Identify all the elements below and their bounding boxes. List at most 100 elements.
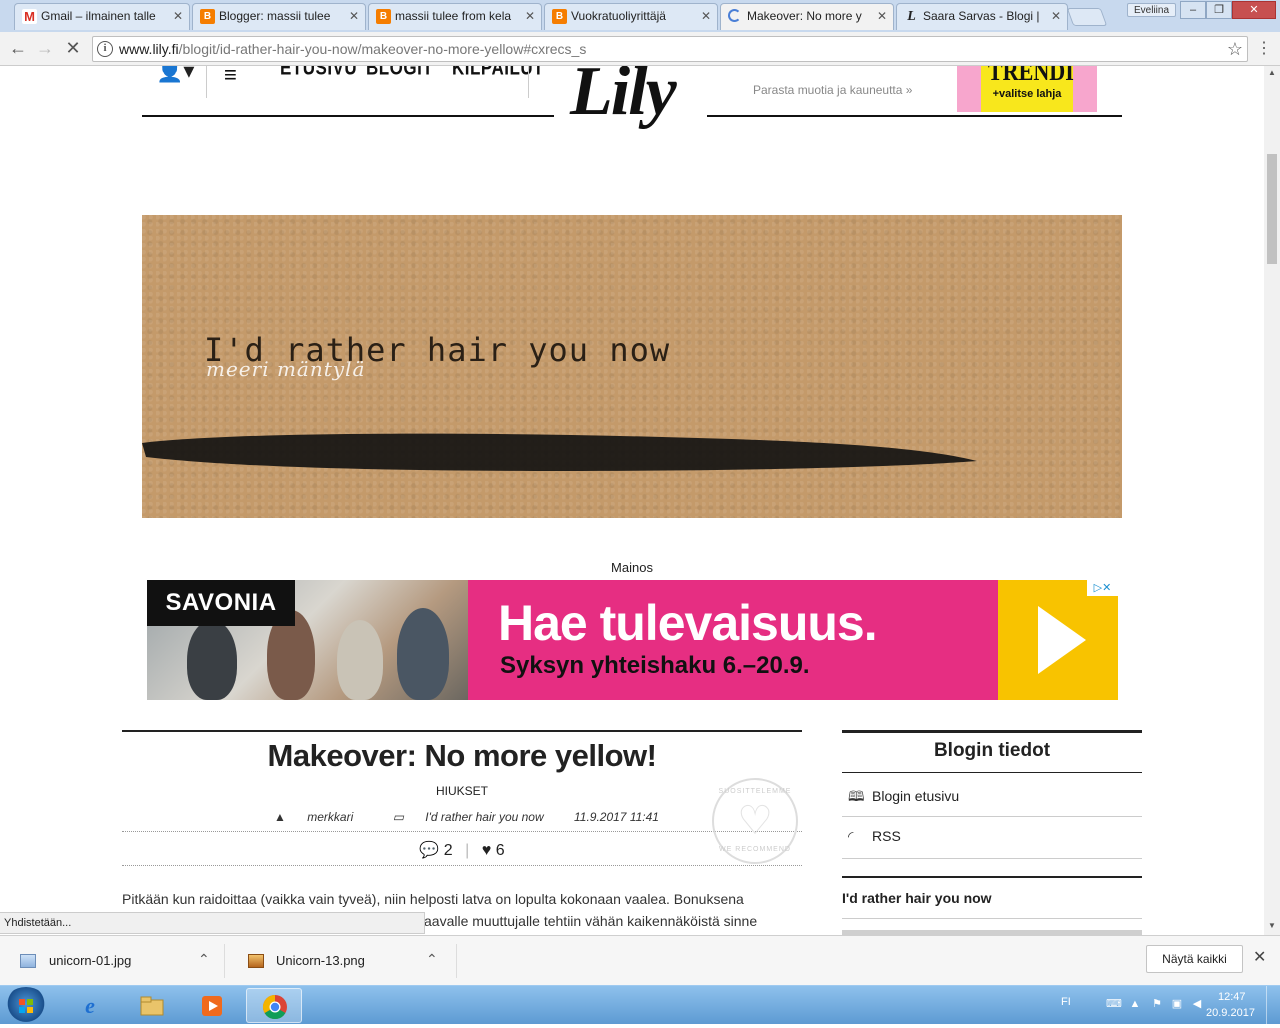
back-button[interactable]: ← (6, 37, 30, 61)
sidebar-link-blog-home[interactable]: 🕮 Blogin etusivu (848, 786, 959, 810)
url-host: www.lily.fi (119, 41, 179, 57)
sidebar-blog-name[interactable]: I'd rather hair you now (842, 890, 992, 906)
ad-cta[interactable] (998, 580, 1118, 700)
menu-icon[interactable]: ⋮ (1254, 39, 1274, 59)
ad-label: Mainos (611, 560, 653, 575)
close-icon[interactable]: ✕ (1253, 947, 1266, 967)
ad-choices-icon[interactable]: ▷✕ (1087, 580, 1118, 596)
divider (122, 730, 802, 732)
chrome-icon (261, 993, 289, 1021)
clock-time[interactable]: 12:47 (1218, 991, 1246, 1003)
sidebar-link-label: Blogin etusivu (872, 788, 960, 804)
savonia-ad[interactable]: SAVONIA Hae tulevaisuus. Syksyn yhteisha… (147, 580, 1118, 700)
recommend-top-text: SUOSITTELEMME (718, 788, 792, 795)
blog-banner[interactable]: I'd rather hair you now meeri mäntylä (142, 215, 1122, 518)
jpg-file-icon (20, 954, 36, 968)
nav-link-kilpailut[interactable]: KILPAILUT (452, 66, 544, 81)
minimize-button[interactable]: – (1180, 1, 1206, 19)
recommend-bottom-text: WE RECOMMEND (719, 846, 791, 853)
close-icon[interactable]: ✕ (525, 4, 535, 28)
author-link[interactable]: ▲ merkkari (265, 810, 362, 824)
trendi-subtitle: +valitse lahja (992, 88, 1062, 100)
new-tab-button[interactable] (1066, 8, 1108, 26)
book-icon: 🕮 (848, 788, 865, 804)
maximize-button[interactable]: ❐ (1206, 1, 1232, 19)
hamburger-menu-icon[interactable]: ≡ (224, 66, 237, 88)
brush-stroke (142, 433, 977, 471)
status-bubble: Yhdistetään... (0, 912, 425, 934)
network-icon[interactable]: ▣ (1170, 997, 1184, 1011)
ad-headline: Hae tulevaisuus. (498, 595, 878, 651)
divider (122, 865, 802, 866)
language-indicator[interactable]: FI (1061, 996, 1071, 1008)
nav-link-blogit[interactable]: BLOGIT (366, 66, 433, 81)
site-logo[interactable]: Lily (570, 66, 677, 132)
windows-taskbar: e FI ⌨ ▲ ⚑ ▣ ◀ 12:47 20.9.2017 (0, 985, 1280, 1025)
bookmark-star-icon[interactable]: ☆ (1227, 37, 1243, 61)
expand-tray-icon[interactable]: ▲ (1128, 997, 1142, 1011)
nav-link-etusivu[interactable]: ETUSIVU (280, 66, 357, 81)
scrollbar[interactable]: ▲ ▼ (1264, 66, 1280, 935)
divider (842, 816, 1142, 817)
show-desktop-button[interactable] (1266, 986, 1280, 1025)
profile-button[interactable]: Eveliina (1127, 3, 1177, 17)
like-button[interactable]: ♥ 6 (482, 842, 505, 859)
close-icon[interactable]: ✕ (349, 4, 359, 28)
tab-vuokratuoli[interactable]: B Vuokratuoliyrittäjä ✕ (544, 3, 718, 30)
tab-massii[interactable]: B massii tulee from kela ✕ (368, 3, 542, 30)
tab-blogger[interactable]: B Blogger: massii tulee ✕ (192, 3, 366, 30)
author-name: merkkari (307, 810, 354, 824)
media-player-icon (198, 992, 226, 1020)
address-bar[interactable]: i www.lily.fi/blogit/id-rather-hair-you-… (92, 36, 1248, 62)
comments-link[interactable]: 💬 2 (419, 842, 452, 859)
article-category[interactable]: HIUKSET (122, 784, 802, 798)
show-all-downloads-button[interactable]: Näytä kaikki (1146, 945, 1243, 973)
scroll-thumb[interactable] (1267, 154, 1277, 264)
trendi-cover: TRENDI +valitse lahja (981, 66, 1074, 112)
volume-muted-icon[interactable]: ◀ (1190, 997, 1204, 1011)
tab-saara[interactable]: L Saara Sarvas - Blogi | ✕ (896, 3, 1068, 30)
download-item[interactable]: unicorn-01.jpg ⌃ (0, 944, 225, 978)
start-button[interactable] (4, 987, 48, 1024)
chevron-up-icon[interactable]: ⌃ (198, 951, 210, 968)
close-icon[interactable]: ✕ (701, 4, 711, 28)
promo-link[interactable]: Parasta muotia ja kauneutta » (753, 83, 912, 97)
keyboard-icon[interactable]: ⌨ (1106, 997, 1122, 1011)
info-icon[interactable]: i (97, 41, 113, 57)
blog-link[interactable]: ▭ I'd rather hair you now (384, 810, 553, 824)
taskbar-explorer[interactable] (124, 988, 180, 1023)
clock-date[interactable]: 20.9.2017 (1206, 1007, 1255, 1019)
taskbar-media-player[interactable] (184, 988, 240, 1023)
flag-icon[interactable]: ⚑ (1150, 997, 1164, 1011)
taskbar-ie[interactable]: e (62, 988, 118, 1023)
stop-button[interactable]: ✕ (61, 37, 85, 61)
tab-makeover[interactable]: Makeover: No more y ✕ (720, 3, 894, 30)
comment-count: 2 (443, 842, 453, 859)
ad-subline: Syksyn yhteishaku 6.–20.9. (500, 652, 810, 679)
user-icon[interactable]: 👤▾ (156, 66, 194, 84)
taskbar-chrome[interactable] (246, 988, 302, 1023)
scroll-up-icon[interactable]: ▲ (1264, 66, 1280, 80)
close-icon[interactable]: ✕ (1051, 4, 1061, 28)
forward-button[interactable]: → (33, 37, 57, 61)
body-paragraph-line: Pitkään kun raidoittaa (vaikka vain tyve… (122, 891, 744, 907)
tab-gmail[interactable]: M Gmail – ilmainen talle ✕ (14, 3, 190, 30)
download-item[interactable]: Unicorn-13.png ⌃ (232, 944, 457, 978)
ad-photo: SAVONIA (147, 580, 468, 700)
url-path: /blogit/id-rather-hair-you-now/makeover-… (178, 41, 587, 57)
blogger-icon: B (200, 9, 215, 24)
chevron-up-icon[interactable]: ⌃ (426, 951, 438, 968)
window-close-button[interactable]: ✕ (1232, 1, 1276, 19)
divider (842, 858, 1142, 859)
close-icon[interactable]: ✕ (877, 4, 887, 28)
tab-strip: M Gmail – ilmainen talle ✕ B Blogger: ma… (0, 0, 1280, 32)
trendi-ad[interactable]: TRENDI +valitse lahja (957, 66, 1097, 112)
scroll-down-icon[interactable]: ▼ (1264, 919, 1280, 933)
url-text[interactable]: www.lily.fi/blogit/id-rather-hair-you-no… (119, 37, 586, 61)
tab-title: Vuokratuoliyrittäjä (571, 9, 666, 23)
person-icon: ▲ (274, 810, 290, 824)
heart-icon: ♥ (481, 842, 492, 859)
tab-title: Gmail – ilmainen talle (41, 9, 156, 23)
sidebar-link-rss[interactable]: ◜ RSS (848, 828, 901, 845)
close-icon[interactable]: ✕ (173, 4, 183, 28)
